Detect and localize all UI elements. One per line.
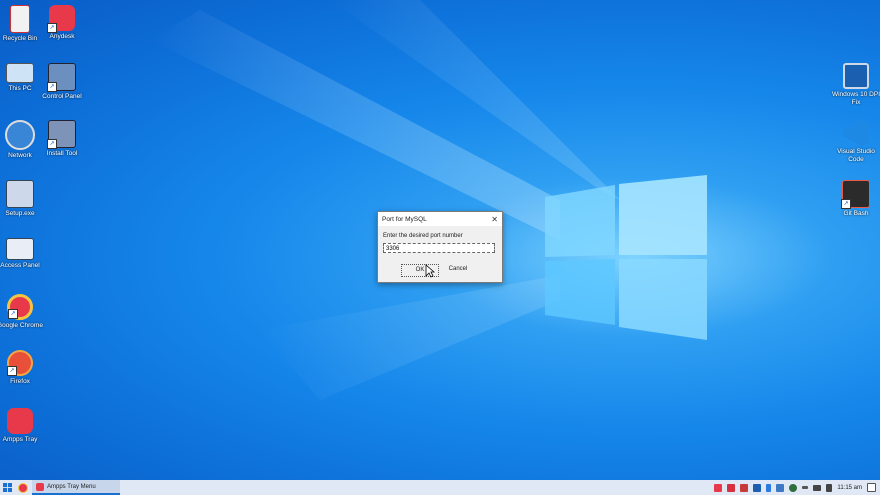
close-icon[interactable]: ✕ [491,215,498,224]
desktop-icon-dpi-fix[interactable]: Windows 10 DPI Fix [830,63,880,107]
desktop-icon-control-panel[interactable]: ↗ Control Panel [36,63,88,101]
desktop-icon-anydesk[interactable]: ↗ Anydesk [36,5,88,41]
dialog-title: Port for MySQL [382,215,427,223]
start-button[interactable] [0,480,14,495]
tray-display-icon[interactable] [776,483,785,492]
port-dialog: Port for MySQL ✕ Enter the desired port … [377,211,503,283]
this-pc-icon [6,63,34,83]
shield-icon[interactable] [789,483,798,492]
mouse-cursor-icon [425,264,435,278]
wifi-icon[interactable] [813,484,822,491]
setup-icon [6,180,34,208]
taskbar-pinned-chrome[interactable] [14,480,32,495]
desktop-icon-access-panel[interactable]: Access Panel [0,238,46,270]
control-panel-icon: ↗ [47,63,76,92]
desktop-icon-label: Install Tool [46,150,78,157]
desktop-icon-label: Access Panel [0,262,40,269]
firefox-icon: ↗ [7,350,33,376]
system-tray: 11:15 am [714,480,880,495]
desktop-icon-firefox[interactable]: ↗ Firefox [0,350,46,386]
desktop-icon-label: Setup.exe [5,210,35,217]
taskbar-app-ampps-tray[interactable]: Ampps Tray Menu [32,480,120,495]
speaker-icon[interactable] [826,483,833,492]
installer-icon: ↗ [47,120,76,149]
desktop-icon-label: Windows 10 DPI Fix [831,91,880,106]
dialog-prompt: Enter the desired port number [383,233,463,239]
desktop-icon-label: Firefox [10,378,30,385]
desktop-icon-label: Git Bash [843,210,869,217]
desktop-icon-label: Google Chrome [0,322,43,329]
desktop-icon-setup[interactable]: Setup.exe [0,180,46,218]
windows-logo-wallpaper [545,175,707,340]
desktop-icon-ampps[interactable]: Ampps Tray [0,408,46,444]
pen-icon[interactable] [802,486,809,489]
dialog-title-bar[interactable]: Port for MySQL ✕ [378,212,502,226]
port-input[interactable]: 3306 [383,243,495,253]
chrome-icon [18,482,28,493]
desktop-icon-install-tool[interactable]: ↗ Install Tool [36,120,88,158]
windows-start-icon [2,483,12,492]
tray-ampps-icon[interactable] [714,483,723,492]
ampps-icon [36,482,44,491]
desktop-icon-vscode[interactable]: Visual Studio Code [830,120,880,164]
bluetooth-icon[interactable] [766,483,772,492]
git-bash-icon: ↗ [841,180,870,209]
desktop-icon-label: Visual Studio Code [837,148,875,163]
access-panel-icon [6,238,34,260]
tray-anydesk-icon[interactable] [727,483,736,492]
desktop-icon-label: Control Panel [42,93,82,100]
desktop-icon-chrome[interactable]: ↗ Google Chrome [0,294,46,330]
desktop-icon-label: Ampps Tray [2,436,38,443]
recycle-bin-icon [10,5,30,33]
desktop-icon-git-bash[interactable]: ↗ Git Bash [830,180,880,218]
ampps-icon [7,408,33,434]
dpi-fix-icon [843,63,869,89]
taskbar-app-label: Ampps Tray Menu [47,483,96,490]
vscode-icon [843,120,869,146]
desktop-icon-label: Anydesk [49,33,75,40]
taskbar-clock[interactable]: 11:15 am [837,485,862,491]
notifications-icon[interactable] [867,483,876,492]
chrome-icon: ↗ [7,294,33,320]
anydesk-icon: ↗ [47,5,75,33]
taskbar: Ampps Tray Menu 11:15 am [0,480,880,495]
network-icon [5,120,35,150]
tray-dpi-fix-icon[interactable] [753,483,762,492]
tray-app-icon[interactable] [740,483,749,492]
cancel-button[interactable]: Cancel [440,264,476,275]
